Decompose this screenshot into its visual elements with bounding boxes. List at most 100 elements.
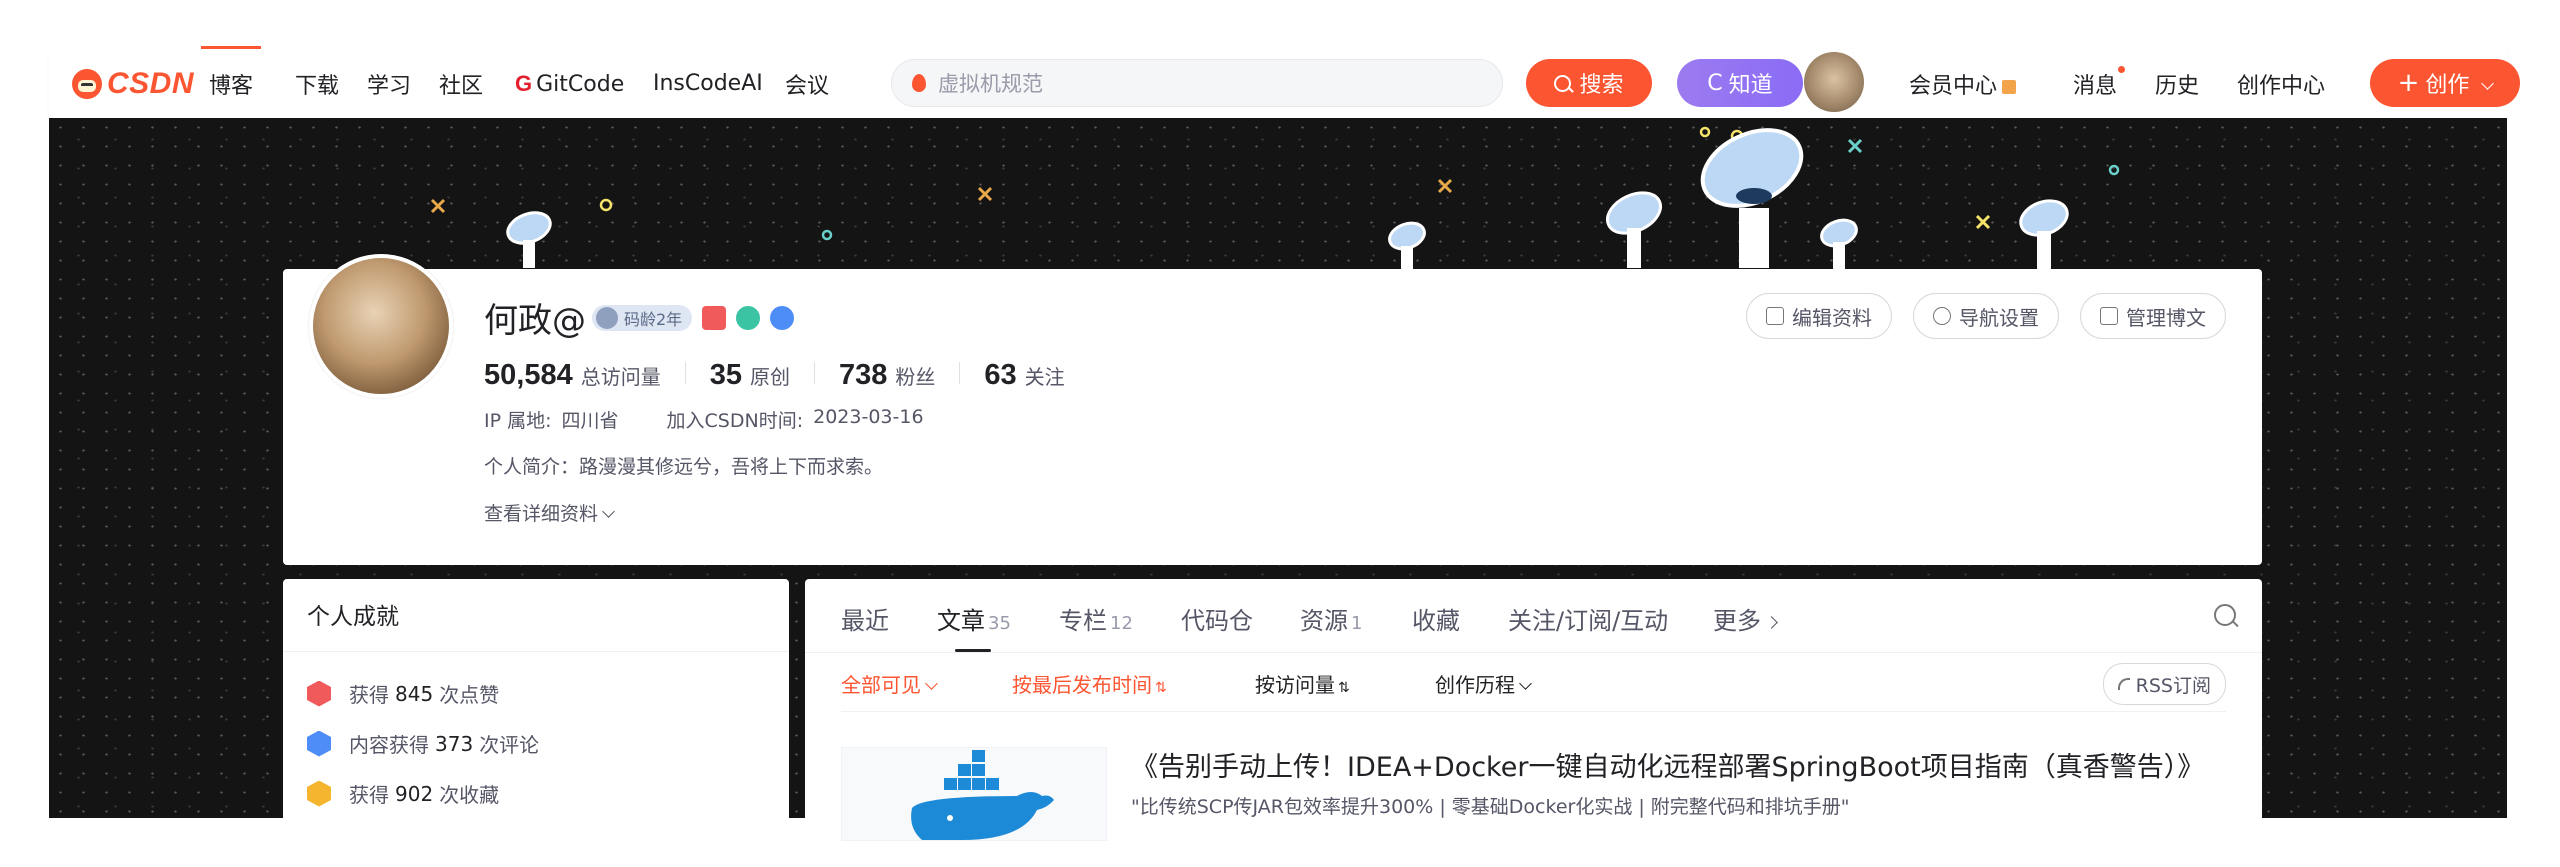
- satellite-dish-icon: [506, 211, 552, 268]
- create-button[interactable]: + 创作: [2370, 59, 2520, 107]
- user-avatar[interactable]: [1804, 52, 1864, 112]
- history-link[interactable]: 历史: [2155, 68, 2199, 100]
- gitcode-icon: G: [515, 70, 533, 96]
- tab-more-label: 更多: [1713, 607, 1761, 635]
- nav-item-learn[interactable]: 学习: [367, 68, 411, 100]
- sort-icon: ⇅: [1155, 680, 1167, 696]
- nav-item-community[interactable]: 社区: [439, 68, 483, 100]
- chevron-down-icon: [602, 505, 615, 518]
- creation-history[interactable]: 创作历程: [1435, 669, 1532, 698]
- visibility-filter[interactable]: 全部可见: [841, 669, 938, 698]
- achievement-favorites-value: 902: [395, 781, 434, 806]
- search-icon[interactable]: [2214, 604, 2236, 626]
- visibility-filter-label: 全部可见: [841, 673, 921, 697]
- nav-item-gitcode[interactable]: G GitCode: [515, 71, 624, 97]
- profile-info-row: IP 属地: 四川省 加入CSDN时间: 2023-03-16: [484, 406, 924, 433]
- chevron-down-icon: [1519, 677, 1532, 690]
- stat-views[interactable]: 50,584 总访问量: [484, 359, 661, 392]
- stat-fans[interactable]: 738 粉丝: [839, 359, 935, 392]
- achievement-likes-suffix: 次点赞: [439, 683, 500, 707]
- stat-following[interactable]: 63 关注: [984, 359, 1064, 392]
- sparkle-icon: [430, 178, 1453, 214]
- tab-resources-count: 1: [1351, 613, 1363, 634]
- stat-original-value: 35: [709, 359, 742, 391]
- search-button-label: 搜索: [1579, 73, 1624, 98]
- sort-by-time[interactable]: 按最后发布时间 ⇅: [1012, 669, 1167, 698]
- code-age-icon: [596, 306, 618, 329]
- achievement-favorites-prefix: 获得: [349, 783, 389, 807]
- nav-item-inscodeai[interactable]: InsCodeAI: [653, 71, 763, 96]
- verified-user-icon[interactable]: [736, 305, 761, 330]
- tab-resources-label: 资源: [1300, 607, 1348, 635]
- tab-code-repo[interactable]: 代码仓: [1181, 601, 1253, 636]
- hot-flame-icon: [912, 74, 926, 92]
- achievements-title: 个人成就: [307, 604, 399, 630]
- achievement-likes-value: 845: [395, 681, 434, 706]
- stat-original[interactable]: 35 原创: [710, 359, 790, 392]
- tab-columns[interactable]: 专栏 12: [1059, 601, 1133, 636]
- tab-resources[interactable]: 资源 1: [1300, 601, 1362, 636]
- article-thumbnail[interactable]: [841, 747, 1107, 841]
- edit-profile-button[interactable]: 编辑资料: [1746, 293, 1892, 339]
- tab-articles[interactable]: 文章 35: [937, 601, 1011, 636]
- top-navbar: CSDN 博客 下载 学习 社区 G GitCode InsCodeAI 会议 虚…: [49, 45, 2520, 118]
- divider: [805, 652, 2262, 653]
- manage-posts-label: 管理博文: [2126, 305, 2206, 330]
- stat-following-value: 63: [984, 359, 1017, 391]
- messages-link[interactable]: 消息: [2073, 65, 2126, 100]
- blogger-badge-icon[interactable]: [702, 305, 727, 330]
- divider: [959, 362, 961, 384]
- profile-avatar[interactable]: [309, 254, 453, 398]
- nav-item-gitcode-label: GitCode: [536, 71, 625, 97]
- gender-male-icon: [770, 305, 795, 330]
- search-input[interactable]: 虚拟机规范: [891, 59, 1503, 107]
- manage-posts-button[interactable]: 管理博文: [2080, 293, 2226, 339]
- csdn-logo[interactable]: CSDN: [72, 66, 194, 102]
- article-title[interactable]: 《告别手动上传！IDEA+Docker一键自动化远程部署SpringBoot项目…: [1131, 745, 2204, 784]
- divider: [684, 362, 686, 384]
- plus-icon: +: [2397, 68, 2420, 98]
- view-details-link[interactable]: 查看详细资料: [484, 499, 615, 526]
- tab-columns-count: 12: [1110, 613, 1133, 634]
- ip-value: 四川省: [561, 410, 619, 432]
- stat-fans-value: 738: [838, 359, 888, 391]
- sort-icon: ⇅: [1338, 680, 1350, 696]
- create-button-label: 创作: [2425, 73, 2470, 98]
- view-details-label: 查看详细资料: [484, 503, 599, 525]
- content-panel: 最近 文章 35 专栏 12 代码仓 资源 1 收藏 关注/订阅/互动 更多 全部可见…: [805, 579, 2262, 841]
- join-label: 加入CSDN时间:: [666, 410, 804, 432]
- tab-columns-label: 专栏: [1059, 607, 1107, 635]
- nav-item-blog[interactable]: 博客: [200, 45, 262, 100]
- nav-item-meeting[interactable]: 会议: [785, 68, 829, 100]
- tab-recent[interactable]: 最近: [841, 601, 889, 636]
- rss-subscribe-button[interactable]: RSS订阅: [2102, 663, 2226, 705]
- tab-code-repo-label: 代码仓: [1181, 607, 1253, 635]
- achievement-comments-suffix: 次评论: [479, 733, 540, 757]
- achievement-comments-value: 373: [435, 731, 474, 756]
- tab-follow-subscribe[interactable]: 关注/订阅/互动: [1508, 601, 1668, 636]
- tab-articles-count: 35: [988, 613, 1011, 634]
- tab-favorites[interactable]: 收藏: [1412, 601, 1460, 636]
- code-age-badge[interactable]: 码龄2年: [592, 304, 693, 331]
- creator-center-link[interactable]: 创作中心: [2237, 68, 2325, 100]
- stat-views-label: 总访问量: [580, 365, 661, 389]
- achievement-comments-prefix: 内容获得: [349, 733, 429, 757]
- chevron-right-icon: [1765, 616, 1778, 629]
- vip-center-link[interactable]: 会员中心: [1909, 68, 2017, 100]
- stat-views-value: 50,584: [484, 359, 573, 391]
- document-icon: [2100, 307, 2118, 325]
- chevron-down-icon: [2481, 76, 2495, 90]
- tab-favorites-label: 收藏: [1412, 607, 1460, 635]
- nav-item-download[interactable]: 下载: [295, 68, 339, 100]
- nav-settings-button[interactable]: 导航设置: [1913, 293, 2059, 339]
- tab-recent-label: 最近: [841, 607, 889, 635]
- sort-by-views[interactable]: 按访问量 ⇅: [1255, 669, 1350, 698]
- tab-more[interactable]: 更多: [1713, 601, 1778, 636]
- search-button[interactable]: 搜索: [1526, 59, 1652, 107]
- achievement-favorites-suffix: 次收藏: [439, 783, 500, 807]
- profile-bio: 个人简介：路漫漫其修远兮，吾将上下而求索。: [484, 456, 884, 478]
- zhidao-button[interactable]: C 知道: [1677, 59, 1803, 107]
- profile-name-row: 何政@ 码龄2年: [484, 293, 795, 342]
- creation-history-label: 创作历程: [1435, 673, 1515, 697]
- edit-icon: [1766, 307, 1784, 325]
